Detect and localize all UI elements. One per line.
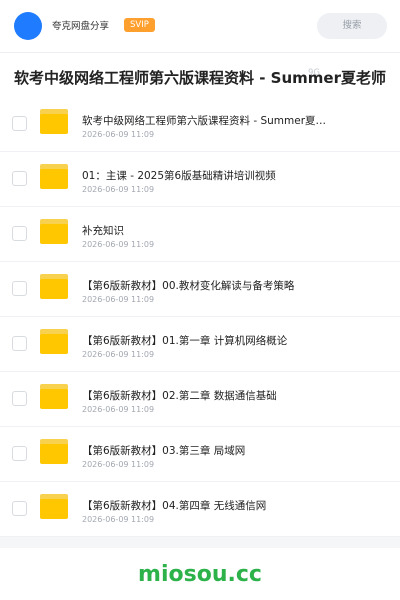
file-date: 2026-06-09 11:09 [82, 295, 155, 304]
list-item[interactable]: 【第6版新教材】01.第一章 计算机网络概论 2026-06-09 11:09 [0, 317, 400, 372]
folder-icon [40, 384, 68, 409]
list-item[interactable]: 【第6版新教材】04.第四章 无线通信网 2026-06-09 11:09 [0, 482, 400, 537]
svip-badge: SVIP [124, 18, 155, 32]
select-checkbox[interactable] [12, 116, 27, 131]
folder-size: 9G [308, 68, 320, 78]
file-date: 2026-06-09 11:09 [82, 350, 155, 359]
folder-icon [40, 329, 68, 354]
folder-icon [40, 494, 68, 519]
top-bar: 夸克网盘分享 SVIP 搜索 [0, 0, 400, 53]
folder-icon [40, 274, 68, 299]
file-name: 【第6版新教材】00.教材变化解读与备考策略 [82, 280, 295, 292]
list-item[interactable]: 【第6版新教材】03.第三章 局域网 2026-06-09 11:09 [0, 427, 400, 482]
file-date: 2026-06-09 11:09 [82, 130, 155, 139]
list-item[interactable]: 【第6版新教材】02.第二章 数据通信基础 2026-06-09 11:09 [0, 372, 400, 427]
select-checkbox[interactable] [12, 446, 27, 461]
file-name: 软考中级网络工程师第六版课程资料 - Summer夏老师 [82, 115, 327, 127]
select-checkbox[interactable] [12, 336, 27, 351]
folder-title-bar: 软考中级网络工程师第六版课程资料 - Summer夏老师 [0, 53, 400, 98]
file-name: 补充知识 [82, 225, 124, 237]
page-title: 软考中级网络工程师第六版课程资料 - Summer夏老师 [14, 69, 386, 87]
file-name: 【第6版新教材】02.第二章 数据通信基础 [82, 390, 277, 402]
list-item[interactable]: 【第6版新教材】00.教材变化解读与备考策略 2026-06-09 11:09 [0, 262, 400, 317]
select-checkbox[interactable] [12, 171, 27, 186]
folder-icon [40, 164, 68, 189]
select-checkbox[interactable] [12, 391, 27, 406]
file-name: 【第6版新教材】01.第一章 计算机网络概论 [82, 335, 288, 347]
select-checkbox[interactable] [12, 501, 27, 516]
file-name: 【第6版新教材】04.第四章 无线通信网 [82, 500, 267, 512]
list-item[interactable]: 软考中级网络工程师第六版课程资料 - Summer夏老师 2026-06-09 … [0, 97, 400, 152]
footer: miosou.cc [0, 548, 400, 600]
file-name: 01：主课 - 2025第6版基础精讲培训视频 [82, 170, 276, 182]
file-date: 2026-06-09 11:09 [82, 185, 155, 194]
list-item[interactable]: 01：主课 - 2025第6版基础精讲培训视频 2026-06-09 11:09 [0, 152, 400, 207]
file-date: 2026-06-09 11:09 [82, 515, 155, 524]
folder-icon [40, 439, 68, 464]
search-button[interactable]: 搜索 [317, 13, 387, 39]
list-item[interactable]: 补充知识 2026-06-09 11:09 [0, 207, 400, 262]
folder-icon [40, 109, 68, 134]
file-date: 2026-06-09 11:09 [82, 405, 155, 414]
file-list: 软考中级网络工程师第六版课程资料 - Summer夏老师 2026-06-09 … [0, 97, 400, 537]
select-checkbox[interactable] [12, 281, 27, 296]
select-checkbox[interactable] [12, 226, 27, 241]
folder-icon [40, 219, 68, 244]
file-date: 2026-06-09 11:09 [82, 240, 155, 249]
avatar[interactable] [14, 12, 42, 40]
file-name: 【第6版新教材】03.第三章 局域网 [82, 445, 246, 457]
watermark: miosou.cc [138, 562, 262, 587]
brand-name: 夸克网盘分享 [52, 21, 110, 32]
file-date: 2026-06-09 11:09 [82, 460, 155, 469]
